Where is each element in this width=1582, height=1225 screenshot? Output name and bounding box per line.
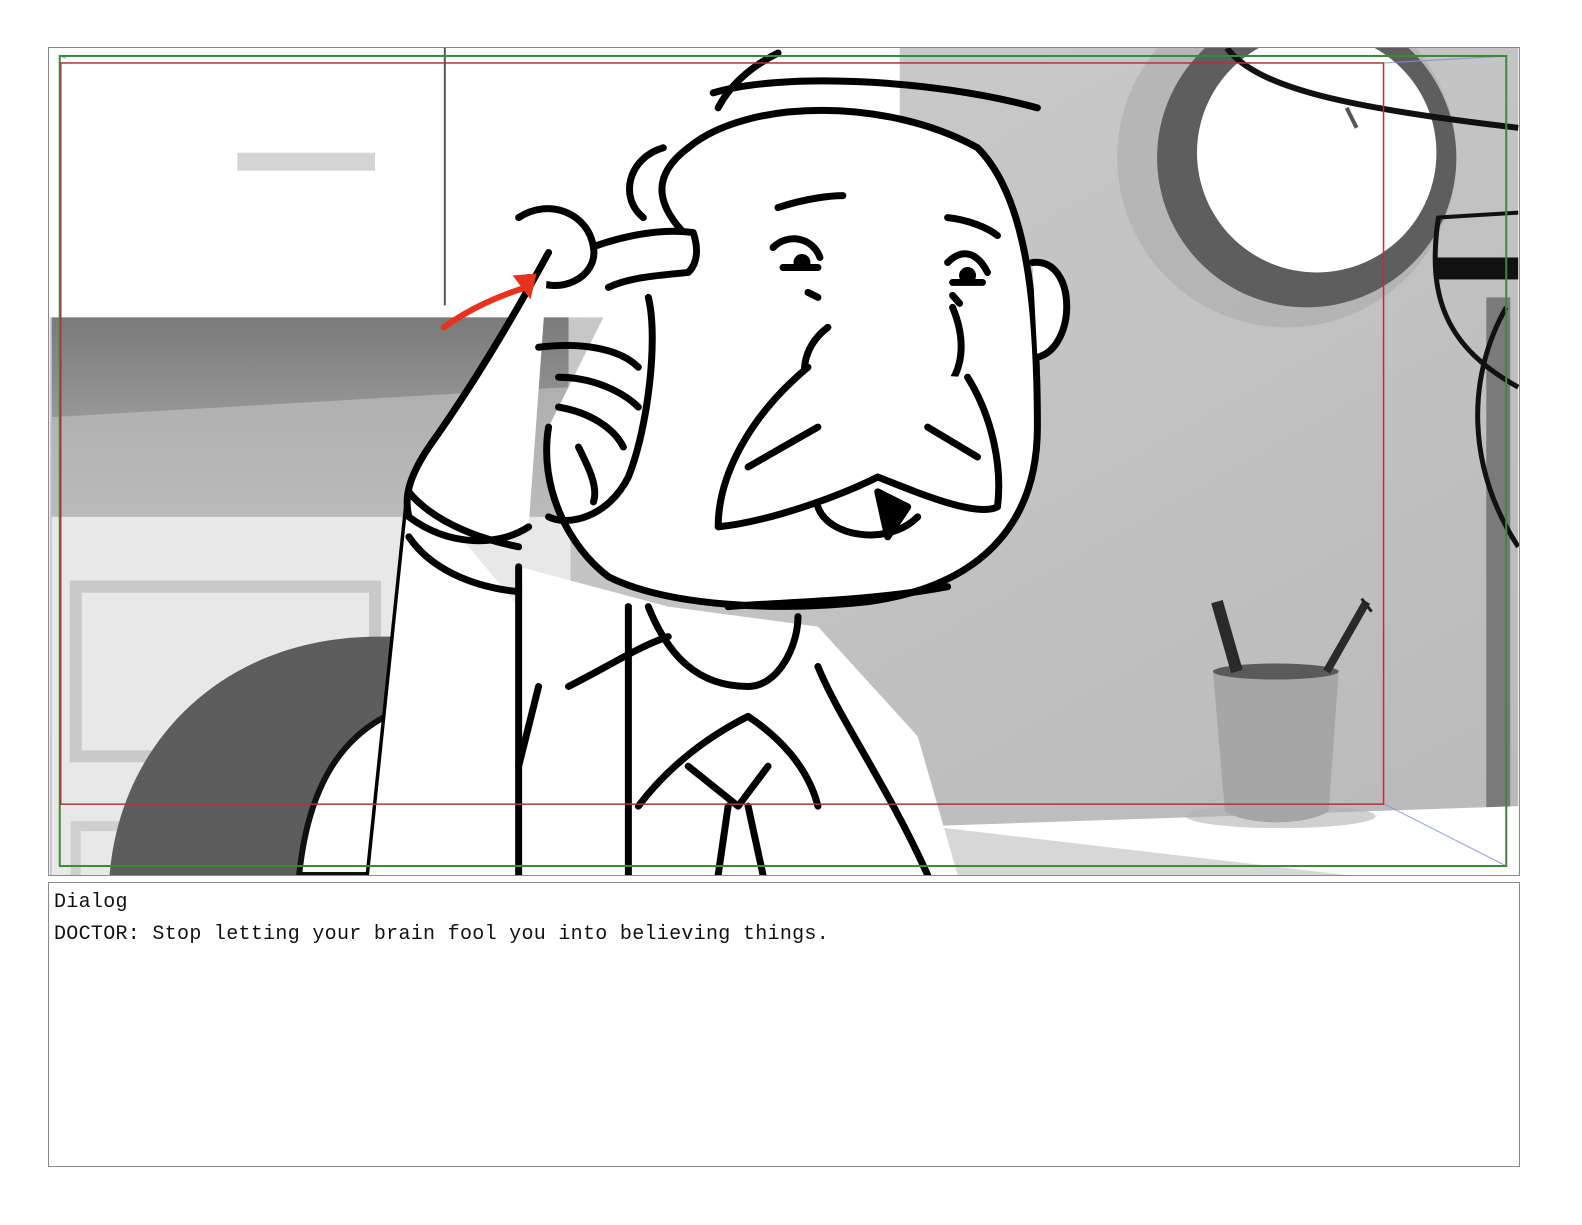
storyboard-panel bbox=[48, 47, 1520, 876]
dialog-line: DOCTOR: Stop letting your brain fool you… bbox=[54, 923, 830, 946]
panel-artwork bbox=[49, 48, 1519, 875]
dialog-heading: Dialog bbox=[54, 891, 128, 914]
cabinet-handle bbox=[237, 152, 375, 171]
dialog-box: Dialog DOCTOR: Stop letting your brain f… bbox=[48, 882, 1520, 1167]
